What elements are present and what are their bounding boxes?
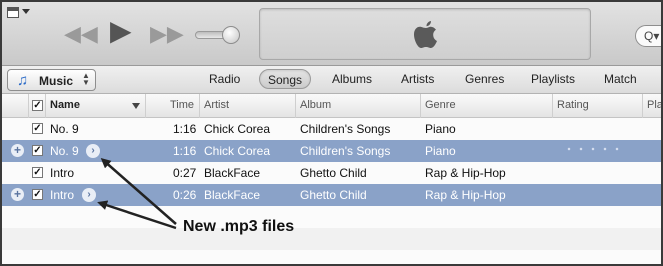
status-display [259, 8, 591, 60]
cell-time: 0:26 [173, 188, 197, 202]
annotation-label: New .mp3 files [183, 218, 295, 235]
cell-time: 0:27 [173, 166, 197, 180]
cell-genre: Rap & Hip-Hop [425, 166, 506, 180]
cell-artist: BlackFace [204, 166, 261, 180]
tab-match[interactable]: Match [604, 72, 637, 86]
itunes-window: ◀◀ ▶ ▶▶ Q▾ ♫ Music ▲ ▼ Radio Songs Albums… [0, 0, 663, 266]
column-header-genre[interactable]: Genre [425, 99, 456, 111]
cell-genre: Rap & Hip-Hop [425, 188, 506, 202]
empty-table-area [2, 206, 661, 264]
cell-name: No. 9 [50, 122, 79, 136]
row-checkbox[interactable]: ✓ [32, 189, 43, 200]
search-icon: Q▾ [644, 29, 660, 43]
row-checkbox[interactable]: ✓ [32, 123, 43, 134]
tab-playlists[interactable]: Playlists [531, 72, 575, 86]
add-icon[interactable]: + [11, 144, 24, 157]
row-checkbox[interactable]: ✓ [32, 145, 43, 156]
cell-album: Children's Songs [300, 122, 391, 136]
cell-artist: Chick Corea [204, 122, 271, 136]
column-header-artist[interactable]: Artist [204, 99, 229, 111]
chevron-right-icon[interactable]: › [86, 144, 100, 158]
rating-dots[interactable] [563, 147, 623, 151]
cell-album: Ghetto Child [300, 166, 367, 180]
column-header-name[interactable]: Name [50, 99, 80, 111]
library-source-selector[interactable]: ♫ Music ▲ ▼ [7, 69, 96, 91]
apple-logo-icon [414, 21, 437, 48]
tab-songs[interactable]: Songs [259, 69, 312, 89]
tab-genres[interactable]: Genres [465, 72, 504, 86]
fast-forward-icon[interactable]: ▶▶ [150, 20, 184, 48]
cell-genre: Piano [425, 144, 456, 158]
chevron-right-icon[interactable]: › [82, 188, 96, 202]
cell-genre: Piano [425, 122, 456, 136]
table-row[interactable]: ✓ Intro 0:27 BlackFace Ghetto Child Rap … [2, 162, 661, 184]
cell-album: Ghetto Child [300, 188, 367, 202]
add-icon[interactable]: + [11, 188, 24, 201]
tab-radio[interactable]: Radio [209, 72, 240, 86]
column-header-time[interactable]: Time [170, 99, 194, 111]
toolbar: ◀◀ ▶ ▶▶ Q▾ [2, 2, 661, 66]
row-checkbox[interactable]: ✓ [32, 167, 43, 178]
sort-descending-icon[interactable] [132, 103, 140, 109]
table-row-selected[interactable]: + ✓ Intro › 0:26 BlackFace Ghetto Child … [2, 184, 661, 206]
play-icon[interactable]: ▶ [110, 17, 132, 45]
table-row-selected[interactable]: + ✓ No. 9 › 1:16 Chick Corea Children's … [2, 140, 661, 162]
tab-albums[interactable]: Albums [332, 72, 372, 86]
table-row[interactable]: ✓ No. 9 1:16 Chick Corea Children's Song… [2, 118, 661, 140]
chevron-up-down-icon: ▲ ▼ [82, 71, 90, 87]
cell-name: No. 9 [50, 144, 79, 158]
cell-time: 1:16 [173, 122, 197, 136]
volume-knob[interactable] [222, 26, 240, 44]
cell-artist: BlackFace [204, 188, 261, 202]
music-note-icon: ♫ [17, 72, 29, 89]
column-header-row: ✓ Name Time Artist Album Genre Rating Pl… [2, 94, 661, 118]
cell-artist: Chick Corea [204, 144, 271, 158]
cell-album: Children's Songs [300, 144, 391, 158]
nav-bar: ♫ Music ▲ ▼ Radio Songs Albums Artists Ge… [2, 66, 661, 94]
header-checkbox[interactable]: ✓ [32, 100, 43, 111]
column-header-rating[interactable]: Rating [557, 99, 589, 111]
rewind-icon[interactable]: ◀◀ [64, 20, 98, 48]
cell-name: Intro [50, 188, 75, 202]
window-menu-icon[interactable] [7, 7, 19, 18]
cell-time: 1:16 [173, 144, 197, 158]
menu-caret-icon[interactable] [22, 9, 30, 14]
tab-artists[interactable]: Artists [401, 72, 434, 86]
cell-name: Intro [50, 166, 75, 180]
column-header-plays[interactable]: Pla [647, 99, 661, 111]
column-header-album[interactable]: Album [300, 99, 331, 111]
search-field[interactable]: Q▾ [635, 25, 661, 47]
source-label: Music [39, 74, 74, 88]
